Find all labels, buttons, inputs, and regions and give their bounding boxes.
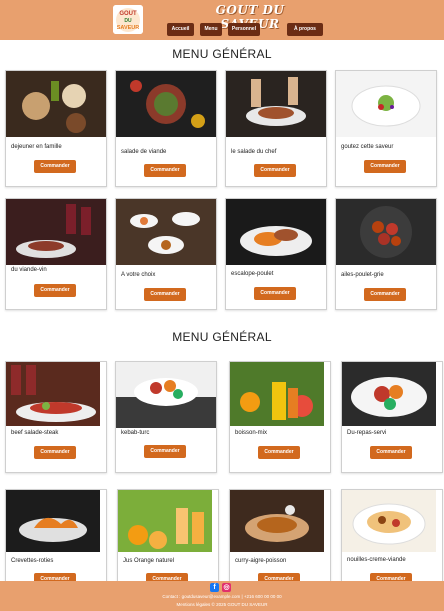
menu-card: dejeuner en famille Commander [5, 70, 107, 187]
menu-card: du viande-vin Commander [5, 198, 107, 310]
dish-image [230, 490, 330, 556]
menu-card: ailes-poulet-grie Commander [335, 198, 437, 310]
dish-name: A votre choix [121, 272, 156, 278]
section-title-1: MENU GÉNÉRAL [172, 47, 272, 61]
dish-name: le salade du chef [231, 149, 277, 155]
facebook-icon[interactable]: f [210, 583, 219, 592]
order-button[interactable]: Commander [144, 445, 186, 458]
dish-image [118, 490, 218, 556]
dish-image [230, 362, 330, 428]
order-button[interactable]: Commander [34, 446, 76, 459]
dish-name: nouilles-creme-viande [347, 557, 406, 563]
order-button[interactable]: Commander [254, 287, 296, 300]
order-button[interactable]: Commander [144, 288, 186, 301]
menu-card: salade de viande Commander [115, 70, 217, 187]
dish-image [116, 71, 216, 137]
dish-name: goutez cette saveur [341, 144, 394, 150]
footer-contact: Contact : goutdusaveur@example.com | +21… [162, 594, 282, 599]
menu-card: escalope-poulet Commander [225, 198, 327, 310]
dish-image [6, 490, 106, 556]
dish-image [6, 362, 106, 428]
dish-name: Jus Orange naturel [123, 558, 175, 564]
dish-name: escalope-poulet [231, 271, 274, 277]
dish-name: boisson-mix [235, 430, 268, 436]
menu-card: nouilles-creme-viande Commander [341, 489, 443, 591]
dish-name: salade de viande [121, 149, 167, 155]
menu-card: le salade du chef Commander [225, 70, 327, 187]
dish-name: du viande-vin [11, 267, 47, 273]
logo-top-text: GOUT [119, 11, 137, 17]
dish-image [116, 362, 216, 428]
dish-name: dejeuner en famille [11, 144, 62, 150]
menu-card: goutez cette saveur Commander [335, 70, 437, 187]
dish-name: ailes-poulet-grie [341, 272, 384, 278]
dish-image [342, 362, 442, 428]
dish-image [6, 71, 106, 137]
menu-card: curry-aigre-poisson Commander [229, 489, 331, 591]
nav-a-propos[interactable]: À propos [287, 23, 323, 36]
order-button[interactable]: Commander [370, 446, 412, 459]
dish-name: curry-aigre-poisson [235, 558, 287, 564]
menu-card: Crevettes-roties Commander [5, 489, 107, 591]
dish-name: kebab-turc [121, 430, 150, 436]
order-button[interactable]: Commander [258, 446, 300, 459]
instagram-icon[interactable]: ◎ [222, 583, 231, 592]
footer-legal: Mentions légales © 2025 GOUT DU SAVEUR [176, 602, 268, 607]
menu-card: Du-repas-servi Commander [341, 361, 443, 473]
dish-image [226, 71, 326, 137]
site-footer: f ◎ Contact : goutdusaveur@example.com |… [0, 581, 444, 611]
menu-card: Jus Orange naturel Commander [117, 489, 219, 591]
dish-image [342, 490, 442, 556]
menu-card: A votre choix Commander [115, 198, 217, 310]
order-button[interactable]: Commander [364, 288, 406, 301]
menu-card: beef salade-steak Commander [5, 361, 107, 473]
dish-name: Crevettes-roties [11, 558, 54, 564]
order-button[interactable]: Commander [144, 164, 186, 177]
dish-name: beef salade-steak [11, 430, 59, 436]
nav-personnel[interactable]: Personnel [228, 23, 260, 36]
dish-image [6, 199, 106, 265]
nav-menu[interactable]: Menu [200, 23, 222, 36]
site-header: GOUT DU SAVEUR GOUT DU SAVEUR Accueil Me… [0, 0, 444, 40]
main-nav: Accueil Menu Personnel À propos [0, 23, 444, 37]
dish-image [336, 199, 436, 265]
dish-image [226, 199, 326, 265]
dish-image [336, 71, 436, 137]
menu-card: boisson-mix Commander [229, 361, 331, 473]
order-button[interactable]: Commander [254, 164, 296, 177]
menu-card: kebab-turc Commander [115, 361, 217, 473]
dish-image [116, 199, 216, 265]
order-button[interactable]: Commander [34, 160, 76, 173]
nav-accueil[interactable]: Accueil [167, 23, 194, 36]
order-button[interactable]: Commander [34, 284, 76, 297]
dish-name: Du-repas-servi [347, 430, 387, 436]
order-button[interactable]: Commander [364, 160, 406, 173]
section-title-2: MENU GÉNÉRAL [172, 330, 272, 344]
